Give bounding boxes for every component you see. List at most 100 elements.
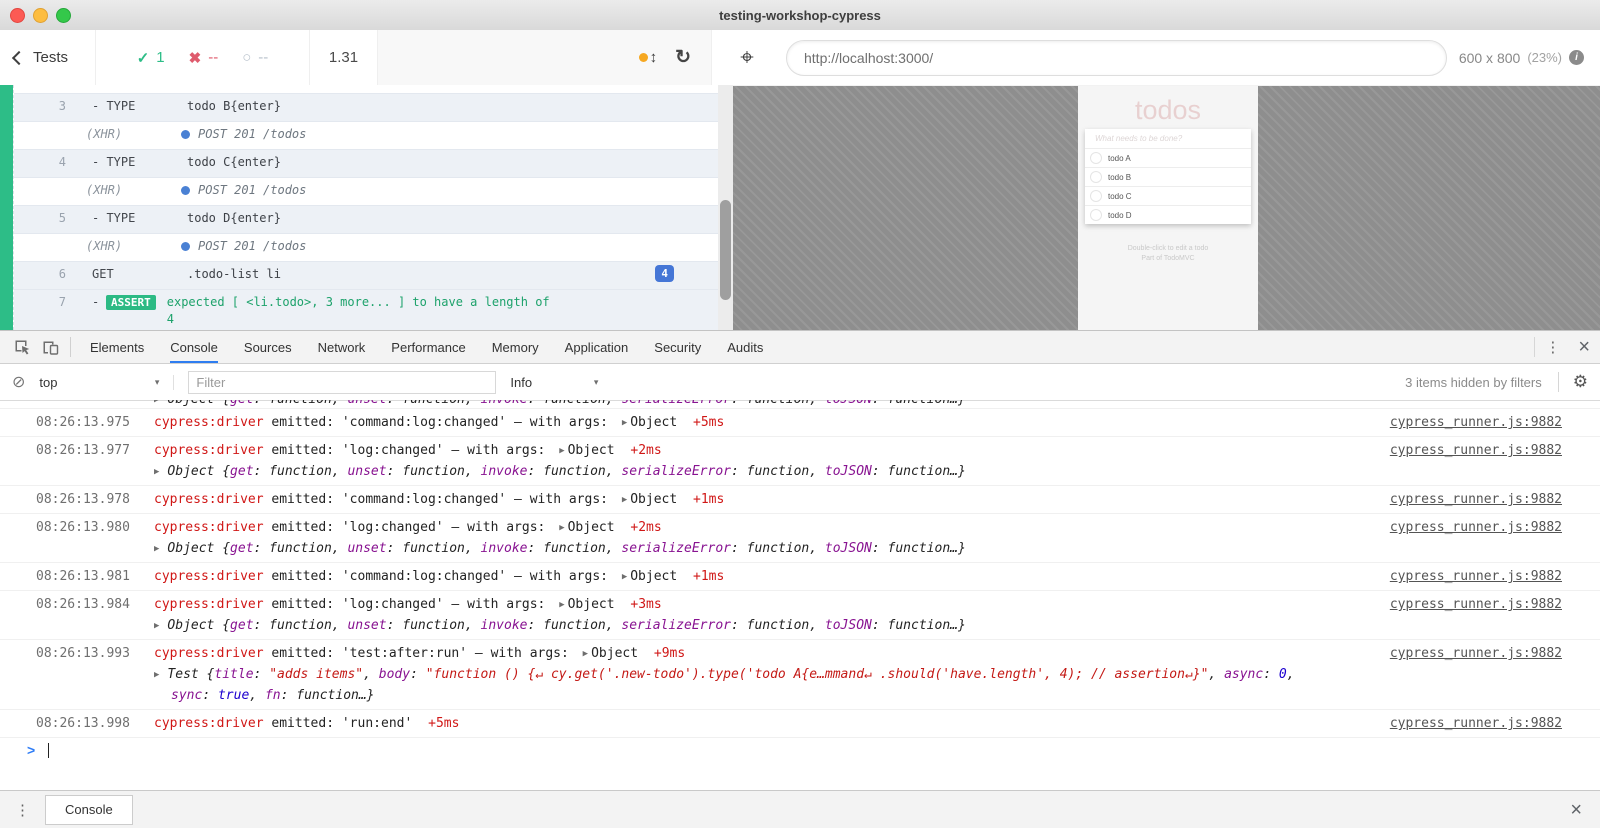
app-viewport: todos What needs to be done? todo Atodo …: [1078, 86, 1258, 330]
tab-sources[interactable]: Sources: [244, 331, 292, 363]
command-row[interactable]: 5- TYPEtodo D{enter}: [14, 206, 718, 234]
gear-icon[interactable]: ⚙: [1573, 372, 1588, 392]
passed-count: 1: [156, 49, 164, 66]
expand-triangle-icon[interactable]: ▶: [559, 600, 564, 610]
pending-stat[interactable]: ○ --: [242, 49, 268, 66]
selector-playground-button[interactable]: ⌖: [712, 30, 782, 85]
log-body: cypress:driver emitted: 'log:changed' – …: [154, 596, 1376, 635]
pending-circle-icon: ○: [242, 49, 251, 66]
command-row[interactable]: (XHR)POST 201 /todos: [14, 178, 718, 206]
source-link[interactable]: cypress_runner.js:9882: [1390, 519, 1562, 558]
reporter-scrollbar-thumb[interactable]: [720, 200, 731, 300]
source-link[interactable]: cypress_runner.js:9882: [1390, 715, 1562, 733]
clear-console-icon[interactable]: ⊘: [12, 372, 25, 392]
preview-token: : function…}: [872, 464, 966, 479]
log-delta: +1ms: [685, 492, 724, 507]
source-link[interactable]: cypress_runner.js:9882: [1390, 491, 1562, 509]
drawer-close-icon[interactable]: ×: [1570, 800, 1582, 820]
command-row[interactable]: (XHR)POST 201 /todos: [14, 122, 718, 150]
command-number: 6: [14, 267, 66, 281]
source-link[interactable]: cypress_runner.js:9882: [1390, 596, 1562, 635]
expand-triangle-icon[interactable]: ▶: [559, 523, 564, 533]
expand-triangle-icon[interactable]: ▶: [559, 446, 564, 456]
todo-item[interactable]: todo C: [1085, 186, 1251, 205]
tab-security[interactable]: Security: [654, 331, 701, 363]
refresh-icon[interactable]: ↻: [675, 46, 691, 69]
passed-stat[interactable]: ✓ 1: [137, 49, 165, 67]
command-row[interactable]: 3- TYPEtodo B{enter}: [14, 94, 718, 122]
source-link[interactable]: cypress_runner.js:9882: [1390, 442, 1562, 481]
source-link[interactable]: cypress_runner.js:9882: [1390, 645, 1562, 705]
fail-icon: ✖: [189, 49, 202, 67]
console-prompt[interactable]: >: [0, 738, 49, 762]
preview-token: unset: [347, 618, 386, 633]
new-todo-input[interactable]: What needs to be done?: [1085, 129, 1251, 148]
log-body: cypress:driver emitted: 'log:changed' – …: [154, 519, 1376, 558]
log-row-partial: ▶Object {get: function, unset: function,…: [0, 400, 1600, 409]
source-link[interactable]: cypress_runner.js:9882: [1390, 414, 1562, 432]
log-row: 08:26:13.975cypress:driver emitted: 'com…: [0, 409, 1600, 437]
tab-performance[interactable]: Performance: [391, 331, 465, 363]
log-source: cypress:driver: [154, 646, 264, 661]
log-level-selector[interactable]: Info ▾: [510, 375, 598, 390]
expand-triangle-icon[interactable]: ▶: [154, 544, 159, 554]
preview-token: : function,: [731, 400, 825, 407]
command-name: - TYPE: [66, 155, 187, 169]
expand-triangle-icon[interactable]: ▶: [154, 400, 159, 405]
command-row[interactable]: (XHR)POST 201 /todos: [14, 234, 718, 262]
todo-toggle-icon[interactable]: [1090, 171, 1102, 183]
todo-item[interactable]: todo B: [1085, 167, 1251, 186]
object-word: Object: [591, 646, 638, 661]
tab-elements[interactable]: Elements: [90, 331, 144, 363]
expand-triangle-icon[interactable]: ▶: [154, 621, 159, 631]
log-message: cypress:driver emitted: 'command:log:cha…: [154, 568, 1376, 586]
console-filter-input[interactable]: [188, 371, 496, 394]
url-bar[interactable]: http://localhost:3000/: [786, 40, 1447, 76]
devtools-close-icon[interactable]: ×: [1578, 337, 1590, 357]
log-row: 08:26:13.978cypress:driver emitted: 'com…: [0, 486, 1600, 514]
execution-context-selector[interactable]: top ▾: [39, 375, 174, 390]
command-row[interactable]: 4- TYPEtodo C{enter}: [14, 150, 718, 178]
info-icon[interactable]: i: [1569, 50, 1584, 65]
expand-triangle-icon[interactable]: ▶: [622, 572, 627, 582]
back-to-tests-button[interactable]: Tests: [0, 30, 96, 85]
command-number: 5: [14, 211, 66, 225]
log-level-label: Info: [510, 375, 532, 390]
todo-item[interactable]: todo D: [1085, 205, 1251, 224]
device-toolbar-icon[interactable]: [36, 339, 64, 356]
failed-stat[interactable]: ✖ --: [189, 49, 219, 67]
devtools-menu-icon[interactable]: ⋮: [1545, 338, 1560, 356]
tab-network[interactable]: Network: [318, 331, 366, 363]
context-label: top: [39, 375, 57, 390]
hidden-items-message: 3 items hidden by filters: [1405, 372, 1559, 392]
preview-token: Object {: [167, 618, 230, 633]
expand-triangle-icon[interactable]: ▶: [154, 670, 159, 680]
tab-application[interactable]: Application: [565, 331, 629, 363]
expand-triangle-icon[interactable]: ▶: [583, 649, 588, 659]
preview-token: : function,: [387, 400, 481, 407]
expand-triangle-icon[interactable]: ▶: [154, 467, 159, 477]
todo-toggle-icon[interactable]: [1090, 152, 1102, 164]
expand-triangle-icon[interactable]: ▶: [622, 418, 627, 428]
tab-memory[interactable]: Memory: [492, 331, 539, 363]
drawer-tab-console[interactable]: Console: [45, 795, 133, 825]
prompt-chevron-icon: >: [27, 742, 35, 758]
reporter-scrollbar[interactable]: [718, 85, 733, 330]
expand-triangle-icon[interactable]: ▶: [622, 495, 627, 505]
todo-toggle-icon[interactable]: [1090, 190, 1102, 202]
todo-toggle-icon[interactable]: [1090, 209, 1102, 221]
drawer-menu-icon[interactable]: ⋮: [0, 801, 45, 819]
log-text: emitted:: [264, 520, 342, 535]
test-duration: 1.31: [310, 30, 378, 85]
tab-audits[interactable]: Audits: [727, 331, 763, 363]
object-word: Object: [630, 569, 677, 584]
todo-item[interactable]: todo A: [1085, 148, 1251, 167]
source-link[interactable]: cypress_runner.js:9882: [1390, 568, 1562, 586]
log-body: cypress:driver emitted: 'run:end' +5ms: [154, 715, 1376, 733]
log-timestamp: 08:26:13.978: [36, 491, 154, 509]
command-row[interactable]: 6GET.todo-list li4: [14, 262, 718, 290]
tab-console[interactable]: Console: [170, 331, 218, 363]
text-cursor: [48, 743, 49, 758]
command-row[interactable]: 7-ASSERTexpected [ <li.todo>, 3 more... …: [14, 290, 718, 330]
inspect-element-icon[interactable]: [8, 339, 36, 356]
